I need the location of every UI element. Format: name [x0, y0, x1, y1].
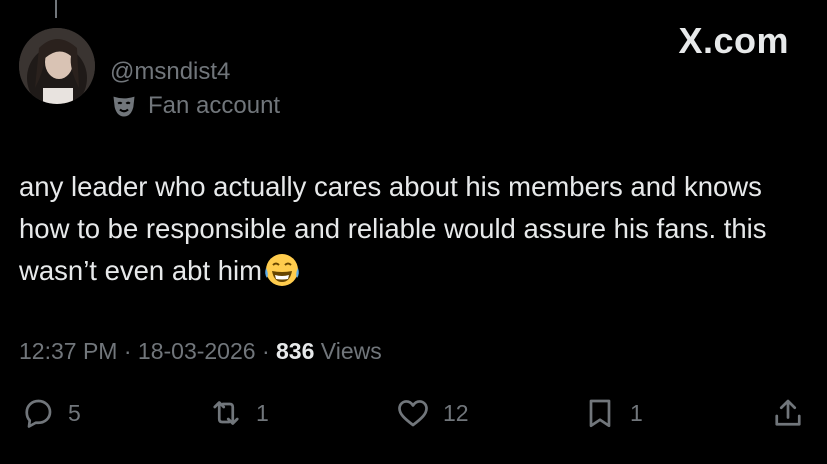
meta-separator: ·: [261, 338, 270, 364]
share-button[interactable]: [770, 395, 806, 431]
share-icon: [775, 399, 801, 426]
bookmark-icon: [589, 399, 611, 428]
laughing-tears-emoji-icon: [265, 254, 299, 286]
reply-button[interactable]: 5: [20, 395, 81, 431]
brand-watermark: X.com: [678, 20, 789, 61]
reply-icon: [25, 399, 52, 428]
tweet-body: any leader who actually cares about his …: [19, 171, 767, 286]
repost-button[interactable]: 1: [208, 395, 269, 431]
avatar-image: [19, 28, 95, 104]
like-count: 12: [443, 399, 469, 426]
avatar[interactable]: [19, 28, 95, 104]
account-label-text: Fan account: [148, 92, 281, 119]
like-button[interactable]: 12: [395, 395, 469, 431]
views-label: Views: [320, 338, 382, 364]
bookmark-count: 1: [630, 399, 643, 426]
theater-mask-icon: [113, 96, 135, 117]
views-count: 836: [276, 338, 315, 364]
account-label: Fan account: [110, 92, 280, 120]
tweet-meta: 12:37 PM · 18-03-2026 · 836 Views: [19, 338, 382, 365]
repost-count: 1: [256, 399, 269, 426]
thread-line: [55, 0, 57, 18]
repost-icon: [213, 401, 239, 425]
tweet-date[interactable]: 18-03-2026: [138, 338, 256, 364]
heart-icon: [398, 400, 428, 427]
meta-separator: ·: [123, 338, 132, 364]
tweet-time[interactable]: 12:37 PM: [19, 338, 117, 364]
user-handle[interactable]: @msndist4: [110, 58, 230, 86]
tweet-text: any leader who actually cares about his …: [19, 166, 819, 292]
bookmark-button[interactable]: 1: [582, 395, 643, 431]
action-bar: 5 1 12 1: [0, 395, 827, 445]
reply-count: 5: [68, 399, 81, 426]
